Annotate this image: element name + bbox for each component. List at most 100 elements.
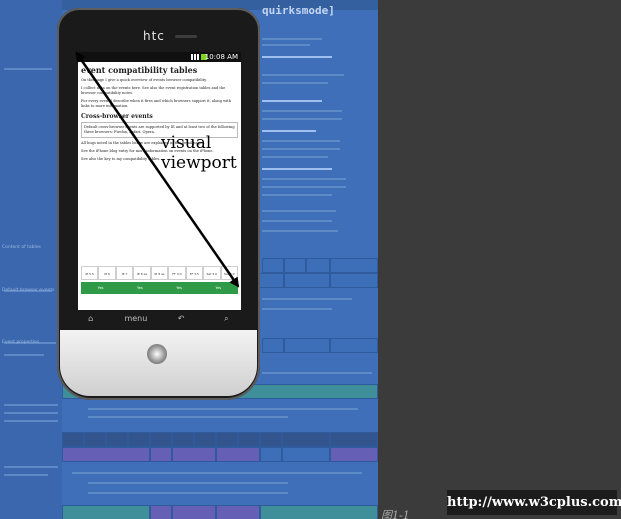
phone-device: htc 10:08 AM event compatibility tables … [57,8,260,400]
bg-cell [262,258,284,273]
bg-line [262,110,342,112]
bg-link-line [262,130,316,132]
bg-cell [172,505,216,519]
phone-screen: 10:08 AM event compatibility tables On t… [78,52,241,310]
bg-link-line [262,168,332,170]
bg-cell [84,432,106,447]
bg-line [4,404,58,406]
signal-icon [191,54,199,60]
bg-cell [260,447,282,462]
bg-grid-label: Default browser events [2,288,55,293]
bg-line [88,408,358,410]
bg-cell [258,273,284,288]
bg-line [88,492,288,494]
bg-line [262,194,332,196]
bg-cell [62,505,150,519]
screen-paragraph: On this page I give a quick overview of … [81,78,207,82]
bg-cell [216,447,260,462]
bg-line [262,156,328,158]
bg-cell [284,258,306,273]
phone-earpiece [175,35,197,38]
bg-line [262,82,328,84]
bg-line [4,354,44,356]
bg-line [262,210,336,212]
watermark: http://www.w3cplus.com [447,490,621,515]
search-key[interactable]: ⌕ [204,311,249,327]
bg-grid-label: Content of tables [2,245,41,250]
compat-cell: Yes [120,282,160,294]
visual-viewport-label: visual viewport [161,133,237,173]
screen-section-heading: Cross-browser events [81,113,153,120]
compat-header-cell: IE 8 as IE8 [150,266,169,290]
bg-cell [106,432,128,447]
bg-cell [150,447,172,462]
bg-line [262,372,372,374]
bg-line [262,74,344,76]
bg-cell [282,447,330,462]
bg-cell [260,505,378,519]
compat-header-cell: IE 8 as IE7 [133,266,151,290]
phone-trackball[interactable] [147,344,167,364]
bg-line [262,230,338,232]
bg-link-line [262,100,322,102]
bg-cell [260,432,282,447]
bg-cell [172,432,194,447]
compat-header-cell: IE 5.5 [81,266,99,280]
screen-paragraph: I collect data on the events here. See a… [81,86,226,95]
screenshot-stage: quirksmode] Content of tables Default br… [0,0,621,519]
bg-cell [330,273,378,288]
bg-grid-row [62,505,378,519]
bg-cell [216,432,238,447]
bg-cell [128,432,150,447]
bg-cell [238,432,260,447]
menu-key[interactable]: menu [113,311,158,327]
bg-site-title: quirksmode] [262,4,335,17]
compat-header-cell: Saf 4.0 [220,266,238,280]
bg-cell [62,432,84,447]
bg-cell [330,447,378,462]
bg-grid-row [62,432,378,447]
bg-line [88,416,288,418]
bg-cell [284,273,330,288]
bg-cell [282,432,330,447]
compat-header-cell: IE 6 [98,266,116,280]
bg-line [4,420,58,422]
compat-cell: Yes [81,282,121,294]
bg-cell [216,505,260,519]
bg-line [72,472,362,474]
bg-cell [306,258,330,273]
phone-hardware-keys: ⌂ menu ↶ ⌕ [68,311,249,327]
bg-line [4,412,58,414]
bg-cell [194,432,216,447]
bg-link-line [262,56,332,58]
compat-header-cell: FF 3.5 [185,266,204,280]
bg-grid-row [62,447,378,462]
bg-line [262,298,352,300]
bg-line [4,474,48,476]
compat-header-cell: IE 7 [115,266,134,280]
compat-cell: Yes [159,282,199,294]
compat-cell: Yes [198,282,238,294]
bg-line [262,308,332,310]
bg-line [262,140,340,142]
bg-cell [330,338,378,353]
screen-compat-table: IE 5.5 IE 6 IE 7 IE 8 as IE7 IE 8 as IE8… [81,266,238,300]
bg-line [88,482,288,484]
bg-line [4,68,52,70]
bg-cell [284,338,330,353]
screen-heading: event compatibility tables [81,65,198,75]
back-key[interactable]: ↶ [159,311,204,327]
home-key[interactable]: ⌂ [68,311,113,327]
compat-table-header: IE 5.5 IE 6 IE 7 IE 8 as IE7 IE 8 as IE8… [81,266,238,290]
bg-line [262,148,340,150]
bg-cell [330,432,378,447]
compat-header-cell: FF 3.0 [168,266,186,280]
bg-line [262,186,346,188]
bg-cell [172,447,216,462]
bg-left-column [0,0,62,519]
compat-table-row: Yes Yes Yes Yes [81,282,238,294]
compat-header-cell: Saf 3.0 [203,266,221,280]
bg-line [262,44,310,46]
bg-cell [150,505,172,519]
dark-background-area [378,0,621,519]
